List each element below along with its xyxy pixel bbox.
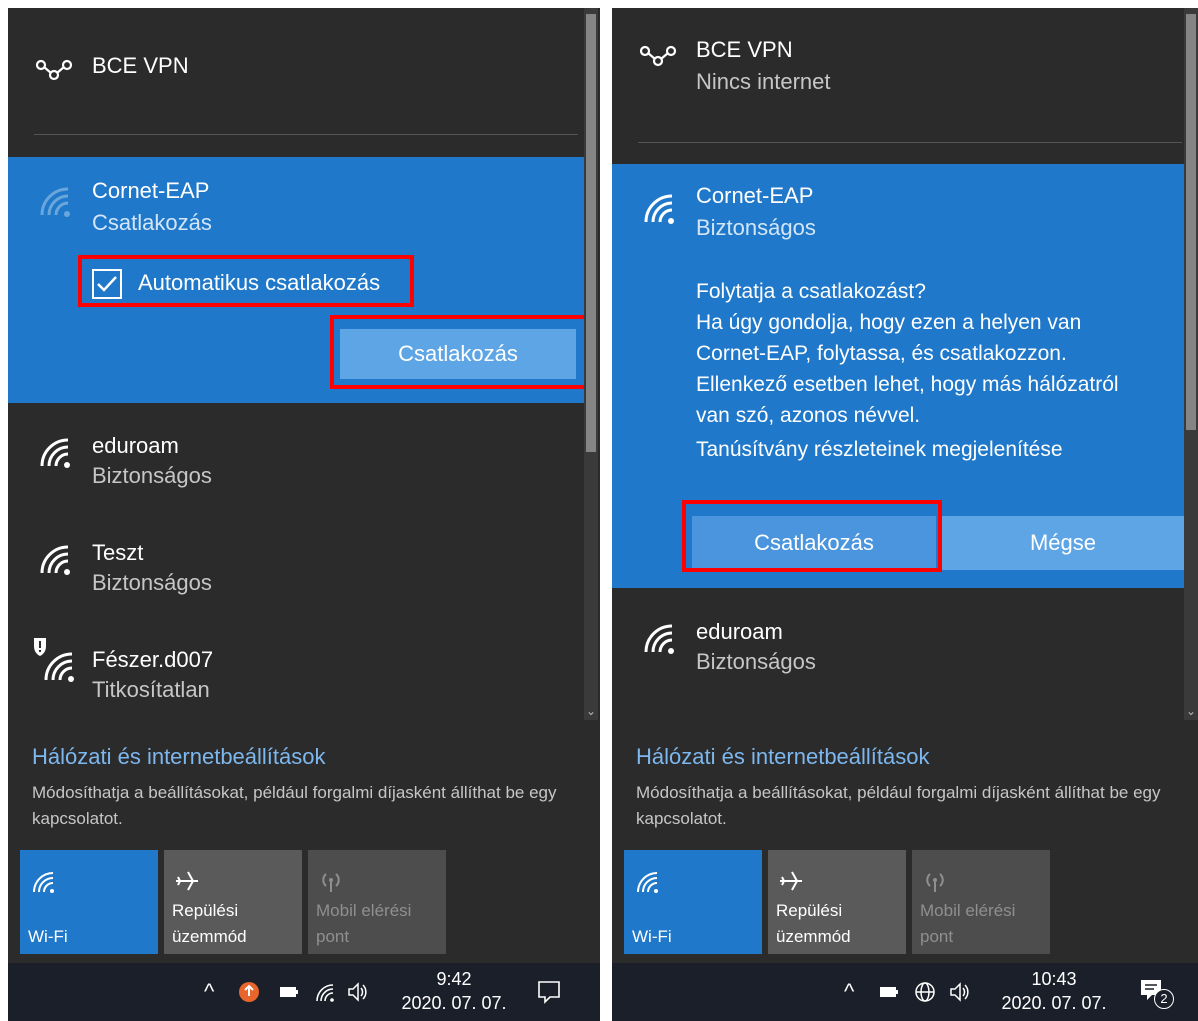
tile-airplane-mode[interactable]: Repülési üzemmód <box>164 850 302 954</box>
tile-label: Mobil elérési pont <box>316 901 412 946</box>
wifi-icon <box>33 872 54 893</box>
tile-mobile-hotspot[interactable]: Mobil elérési pont <box>912 850 1050 954</box>
unsecured-wifi-icon <box>34 638 74 682</box>
divider <box>34 134 578 135</box>
prompt-text-line: Ha úgy gondolja, hogy ezen a helyen van <box>696 311 1082 334</box>
auto-connect-label: Automatikus csatlakozás <box>138 270 381 295</box>
network-item-eduroam[interactable]: eduroam Biztonságos <box>8 416 578 516</box>
airplane-icon <box>176 871 198 891</box>
network-name: eduroam <box>92 433 179 458</box>
tile-label: Wi-Fi <box>28 927 68 946</box>
chevron-up-icon[interactable]: ^ <box>844 981 866 1003</box>
network-name: Cornet-EAP <box>696 183 814 208</box>
airplane-icon <box>780 871 802 891</box>
connect-button[interactable]: Csatlakozás <box>340 329 576 379</box>
prompt-text-line: Ellenkező esetben lehet, hogy más hálóza… <box>696 373 1119 396</box>
tile-label: Mobil elérési pont <box>920 901 1016 946</box>
vpn-item[interactable]: BCE VPN <box>8 28 578 108</box>
clock-date: 2020. 07. 07. <box>401 993 507 1013</box>
tile-wifi[interactable]: Wi-Fi <box>20 850 158 954</box>
wifi-icon[interactable] <box>314 981 336 1003</box>
network-settings-description: Módosíthatja a beállításokat, például fo… <box>636 783 1161 828</box>
network-item-eduroam[interactable]: eduroam Biztonságos <box>612 602 1182 702</box>
tile-wifi[interactable]: Wi-Fi <box>624 850 762 954</box>
prompt-question: Folytatja a csatlakozást? <box>696 280 926 303</box>
network-flyout-right: BCE VPN Nincs internet Cornet-EAP Bizton… <box>612 8 1198 1021</box>
notification-badge: 2 <box>1154 989 1174 1009</box>
battery-icon[interactable] <box>878 981 900 1003</box>
network-status: Titkosítatlan <box>92 677 210 702</box>
network-settings-description: Módosíthatja a beállításokat, például fo… <box>32 783 557 828</box>
network-status: Biztonságos <box>92 570 212 595</box>
chevron-up-icon[interactable]: ^ <box>204 981 226 1003</box>
wifi-icon <box>40 187 70 217</box>
tile-label: Repülési üzemmód <box>776 901 851 946</box>
vpn-icon <box>35 59 73 81</box>
vpn-name: BCE VPN <box>696 37 793 62</box>
scrollbar-thumb[interactable] <box>586 14 596 452</box>
network-item-teszt[interactable]: Teszt Biztonságos <box>8 523 578 623</box>
hotspot-icon <box>322 873 340 892</box>
clock-time: 9:42 <box>436 969 472 989</box>
network-status: Biztonságos <box>696 215 816 240</box>
network-name: Fészer.d007 <box>92 647 214 672</box>
network-item-feszer[interactable]: Fészer.d007 Titkosítatlan <box>8 630 578 730</box>
wifi-icon <box>40 545 70 575</box>
wifi-icon <box>637 872 658 893</box>
network-status: Csatlakozás <box>92 210 212 235</box>
wifi-icon <box>644 194 674 224</box>
network-settings-link[interactable]: Hálózati és internetbeállítások <box>32 744 326 770</box>
connect-button[interactable]: Csatlakozás <box>692 516 936 570</box>
vpn-icon <box>639 45 677 67</box>
network-name: eduroam <box>696 619 783 644</box>
wifi-icon <box>644 624 674 654</box>
taskbar: ^ 9:42 2020. 07. 07. <box>8 963 600 1021</box>
wifi-icon <box>40 438 70 468</box>
network-settings-link[interactable]: Hálózati és internetbeállítások <box>636 744 930 770</box>
update-icon[interactable] <box>238 981 260 1003</box>
tile-mobile-hotspot[interactable]: Mobil elérési pont <box>308 850 446 954</box>
clock-date: 2020. 07. 07. <box>1001 993 1107 1013</box>
scrollbar[interactable]: ⌄ <box>1184 8 1198 720</box>
certificate-details-link[interactable]: Tanúsítvány részleteinek megjelenítése <box>696 434 1063 465</box>
tile-airplane-mode[interactable]: Repülési üzemmód <box>768 850 906 954</box>
clock[interactable]: 9:42 2020. 07. 07. <box>394 967 514 1015</box>
auto-connect-checkbox[interactable] <box>92 269 122 299</box>
globe-icon[interactable] <box>914 981 936 1003</box>
clock[interactable]: 10:43 2020. 07. 07. <box>994 967 1114 1015</box>
scroll-down-icon[interactable]: ⌄ <box>1184 704 1198 718</box>
vpn-item[interactable]: BCE VPN Nincs internet <box>612 8 1182 118</box>
selected-network-item[interactable]: Cornet-EAP Biztonságos Folytatja a csatl… <box>612 164 1184 588</box>
checkmark-icon <box>97 276 117 292</box>
tile-label: Wi-Fi <box>632 927 672 946</box>
clock-time: 10:43 <box>1031 969 1077 989</box>
battery-icon[interactable] <box>278 981 300 1003</box>
vpn-name: BCE VPN <box>92 53 189 78</box>
selected-network-item[interactable]: Cornet-EAP Csatlakozás Automatikus csatl… <box>8 157 586 403</box>
network-name: Teszt <box>92 540 144 565</box>
volume-icon[interactable] <box>948 981 970 1003</box>
divider <box>638 142 1182 143</box>
taskbar: ^ 10:43 2020. 07. 07. 2 <box>612 963 1198 1021</box>
network-status: Biztonságos <box>92 463 212 488</box>
vpn-status: Nincs internet <box>696 69 831 94</box>
scrollbar-thumb[interactable] <box>1186 14 1196 430</box>
scrollbar[interactable]: ⌄ <box>584 8 598 720</box>
volume-icon[interactable] <box>346 981 368 1003</box>
network-flyout-left: BCE VPN Cornet-EAP Csatlakozás Automatik… <box>8 8 600 1021</box>
network-status: Biztonságos <box>696 649 816 674</box>
action-center-button[interactable]: 2 <box>1138 977 1174 1011</box>
tile-label: Repülési üzemmód <box>172 901 247 946</box>
prompt-text-line: Cornet-EAP, folytassa, és csatlakozzon. <box>696 342 1067 365</box>
network-name: Cornet-EAP <box>92 178 210 203</box>
cancel-button[interactable]: Mégse <box>942 516 1184 570</box>
action-center-icon[interactable] <box>536 979 562 1005</box>
scroll-down-icon[interactable]: ⌄ <box>584 704 598 718</box>
prompt-text-line: van szó, azonos névvel. <box>696 404 921 427</box>
hotspot-icon <box>926 873 944 892</box>
